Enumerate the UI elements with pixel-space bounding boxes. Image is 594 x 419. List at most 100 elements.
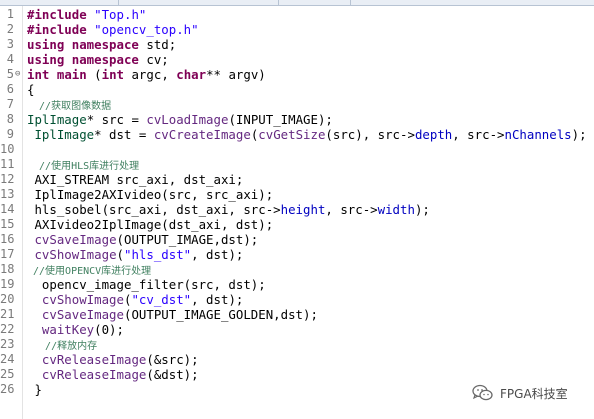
code-token: (&src); (146, 352, 199, 367)
code-line[interactable]: { (27, 82, 587, 97)
code-token: , dst); (191, 247, 244, 262)
code-token: , src-> (325, 202, 378, 217)
line-number: 15 (0, 217, 15, 231)
code-line[interactable]: IplImage* src = cvLoadImage(INPUT_IMAGE)… (27, 112, 587, 127)
code-token: cv; (138, 52, 169, 67)
line-number: 2 (6, 22, 14, 36)
code-line[interactable]: waitKey(0); (27, 322, 587, 337)
fold-toggle-icon[interactable]: ⊖ (15, 67, 20, 82)
code-line[interactable]: //使用HLS库进行处理 (27, 157, 587, 172)
code-token: opencv_image_filter(src, dst); (27, 277, 266, 292)
code-token: "cv_dst" (131, 292, 192, 307)
line-number: 8 (6, 112, 14, 126)
code-token: , src-> (452, 127, 505, 142)
line-number: 18 (0, 262, 15, 276)
code-token: #include (27, 22, 95, 37)
code-token: IplImage2AXIvideo(src, src_axi); (27, 187, 274, 202)
code-line[interactable]: using namespace cv; (27, 52, 587, 67)
line-number: 26 (0, 382, 15, 396)
line-number: 24 (0, 352, 15, 366)
code-line[interactable]: cvReleaseImage(&dst); (27, 367, 587, 382)
code-token: cvCreateImage (153, 127, 251, 142)
editor-tab[interactable] (0, 0, 119, 5)
code-token: //使用OPENCV库进行处理 (27, 266, 152, 277)
code-token: int (27, 67, 50, 82)
code-token: argc, (124, 67, 177, 82)
code-token: cvSaveImage (41, 307, 124, 322)
line-number: 9 (6, 127, 14, 141)
code-token: cvReleaseImage (41, 352, 147, 367)
line-number: 21 (0, 307, 15, 321)
code-token: (INPUT_IMAGE); (228, 112, 333, 127)
code-line[interactable]: IplImage2AXIvideo(src, src_axi); (27, 187, 587, 202)
code-token: "opencv_top.h" (94, 22, 199, 37)
editor-tab[interactable] (278, 0, 351, 5)
line-number: 23 (0, 337, 15, 351)
line-number: 3 (6, 37, 14, 51)
line-number: 11 (0, 157, 15, 171)
code-line[interactable]: using namespace std; (27, 37, 587, 52)
code-line[interactable]: IplImage* dst = cvCreateImage(cvGetSize(… (27, 127, 587, 142)
code-token: ( (86, 67, 102, 82)
code-token: nChannels (504, 127, 572, 142)
line-number: 1 (6, 7, 14, 21)
code-line[interactable]: //获取图像数据 (27, 97, 587, 112)
code-token: main (56, 67, 87, 82)
line-number: 5 (6, 67, 14, 81)
code-token: { (27, 82, 35, 97)
code-token: (OUTPUT_IMAGE,dst); (116, 232, 259, 247)
code-line[interactable]: int main (int argc, char** argv) (27, 67, 587, 82)
line-number: 22 (0, 322, 15, 336)
code-line[interactable]: opencv_image_filter(src, dst); (27, 277, 587, 292)
line-number: 13 (0, 187, 15, 201)
code-line[interactable]: #include "Top.h" (27, 7, 587, 22)
code-line[interactable]: cvSaveImage(OUTPUT_IMAGE,dst); (27, 232, 587, 247)
code-line[interactable]: cvShowImage("cv_dst", dst); (27, 292, 587, 307)
code-line[interactable]: #include "opencv_top.h" (27, 22, 587, 37)
code-line[interactable]: cvShowImage("hls_dst", dst); (27, 247, 587, 262)
code-area[interactable]: #include "Top.h" #include "opencv_top.h" u… (27, 7, 587, 397)
code-line[interactable]: //使用OPENCV库进行处理 (27, 262, 587, 277)
code-token: //使用HLS库进行处理 (27, 161, 140, 172)
code-token: "hls_dst" (124, 247, 192, 262)
code-token: IplImage (27, 127, 95, 142)
line-number: 4 (6, 52, 14, 66)
code-token: (src), src-> (325, 127, 415, 142)
code-token: (OUTPUT_IMAGE_GOLDEN,dst); (123, 307, 318, 322)
code-line[interactable] (27, 142, 587, 157)
code-token: * dst = (94, 127, 154, 142)
code-line[interactable]: AXI_STREAM src_axi, dst_axi; (27, 172, 587, 187)
code-token: cvReleaseImage (41, 367, 147, 382)
code-line[interactable]: hls_sobel(src_axi, dst_axi, src->height,… (27, 202, 587, 217)
code-token: using namespace (27, 37, 139, 52)
editor-tab-bar (0, 0, 594, 6)
code-token: AXIvideo2IplImage(dst_axi, dst); (27, 217, 274, 232)
code-token: ); (414, 202, 430, 217)
editor-tab[interactable] (118, 0, 279, 5)
code-token: std; (138, 37, 177, 52)
code-token: (&dst); (146, 367, 199, 382)
code-token: waitKey (41, 322, 95, 337)
code-token: } (27, 382, 42, 397)
line-number: 17 (0, 247, 15, 261)
line-number: 7 (6, 97, 14, 111)
code-token: , dst); (191, 292, 244, 307)
code-token: //获取图像数据 (27, 101, 112, 112)
code-line[interactable]: cvReleaseImage(&src); (27, 352, 587, 367)
code-token: "Top.h" (94, 7, 147, 22)
wechat-icon (472, 384, 493, 401)
code-line[interactable]: //释放内存 (27, 337, 587, 352)
code-line[interactable]: AXIvideo2IplImage(dst_axi, dst); (27, 217, 587, 232)
line-number: 16 (0, 232, 15, 246)
code-token: ( (116, 247, 124, 262)
code-token: cvSaveImage (34, 232, 117, 247)
code-token: ); (571, 127, 587, 142)
code-line[interactable]: cvSaveImage(OUTPUT_IMAGE_GOLDEN,dst); (27, 307, 587, 322)
code-token: height (280, 202, 326, 217)
line-number: 25 (0, 367, 15, 381)
